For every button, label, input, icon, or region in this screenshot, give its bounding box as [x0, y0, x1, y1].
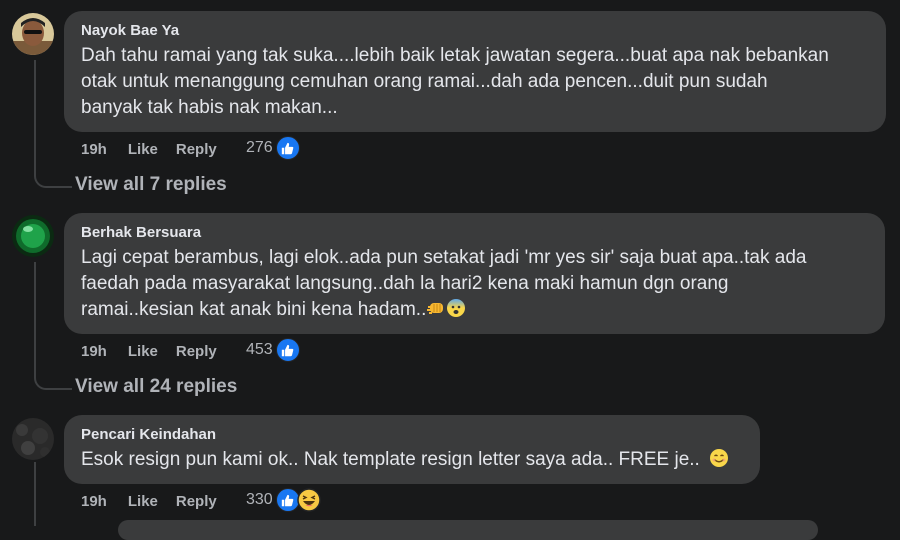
- reaction-count: 330: [246, 491, 273, 508]
- comment-line: Lagi cepat berambus, lagi elok..ada pun …: [81, 247, 807, 268]
- view-replies-link[interactable]: View all 7 replies: [75, 174, 227, 196]
- reaction-summary[interactable]: 276: [246, 136, 300, 160]
- comment-author[interactable]: Pencari Keindahan: [81, 425, 744, 445]
- like-reaction-icon: [275, 338, 300, 362]
- comment-line-with-emoji: ramai..kesian kat anak bini kena hadam..: [81, 297, 869, 326]
- comment-line: banyak tak habis nak makan...: [81, 97, 338, 118]
- like-button[interactable]: Like: [128, 343, 158, 360]
- comment-actions: 19h Like Reply: [81, 340, 217, 362]
- reaction-summary[interactable]: 330: [246, 488, 321, 512]
- reply-button[interactable]: Reply: [176, 141, 217, 158]
- reply-button[interactable]: Reply: [176, 493, 217, 510]
- like-reaction-icon: [275, 136, 300, 160]
- like-button[interactable]: Like: [128, 141, 158, 158]
- comment-text: Dah tahu ramai yang tak suka....lebih ba…: [81, 43, 870, 121]
- thread-line: [34, 462, 36, 526]
- view-replies-link[interactable]: View all 24 replies: [75, 376, 237, 398]
- oncoming-fist-emoji: [426, 298, 446, 326]
- comment-timestamp[interactable]: 19h: [81, 141, 107, 158]
- thread-line: [34, 262, 36, 374]
- avatar[interactable]: [12, 215, 54, 257]
- comment-text: Lagi cepat berambus, lagi elok..ada pun …: [81, 245, 869, 326]
- reply-connector: [34, 374, 72, 390]
- like-button[interactable]: Like: [128, 493, 158, 510]
- comment-text: Esok resign pun kami ok.. Nak template r…: [81, 447, 744, 476]
- anxious-face-emoji: [446, 298, 466, 326]
- comment-bubble: Pencari Keindahan Esok resign pun kami o…: [64, 415, 760, 484]
- comment-bubble: Nayok Bae Ya Dah tahu ramai yang tak suk…: [64, 11, 886, 132]
- reaction-summary[interactable]: 453: [246, 338, 300, 362]
- comment-line: Dah tahu ramai yang tak suka....lebih ba…: [81, 45, 829, 66]
- reply-button[interactable]: Reply: [176, 343, 217, 360]
- comment-line: ramai..kesian kat anak bini kena hadam..: [81, 299, 427, 320]
- comment-line: otak untuk menanggung cemuhan orang rama…: [81, 71, 768, 92]
- comment-line: Esok resign pun kami ok.. Nak template r…: [81, 449, 700, 470]
- thread-line: [34, 60, 36, 172]
- reaction-count: 276: [246, 139, 273, 156]
- reaction-count: 453: [246, 341, 273, 358]
- next-reply-bubble-edge: [118, 520, 818, 540]
- comment-timestamp[interactable]: 19h: [81, 343, 107, 360]
- comment-actions: 19h Like Reply: [81, 138, 217, 160]
- comment-timestamp[interactable]: 19h: [81, 493, 107, 510]
- avatar[interactable]: [12, 418, 54, 460]
- comment-author[interactable]: Berhak Bersuara: [81, 223, 869, 243]
- avatar[interactable]: [12, 13, 54, 55]
- comment-actions: 19h Like Reply: [81, 490, 217, 512]
- comment-bubble: Berhak Bersuara Lagi cepat berambus, lag…: [64, 213, 885, 334]
- reply-connector: [34, 172, 72, 188]
- smiling-face-emoji: [709, 448, 729, 476]
- comment-line: faedah pada masyarakat langsung..dah la …: [81, 273, 729, 294]
- comment-author[interactable]: Nayok Bae Ya: [81, 21, 870, 41]
- haha-reaction-icon: [296, 488, 321, 512]
